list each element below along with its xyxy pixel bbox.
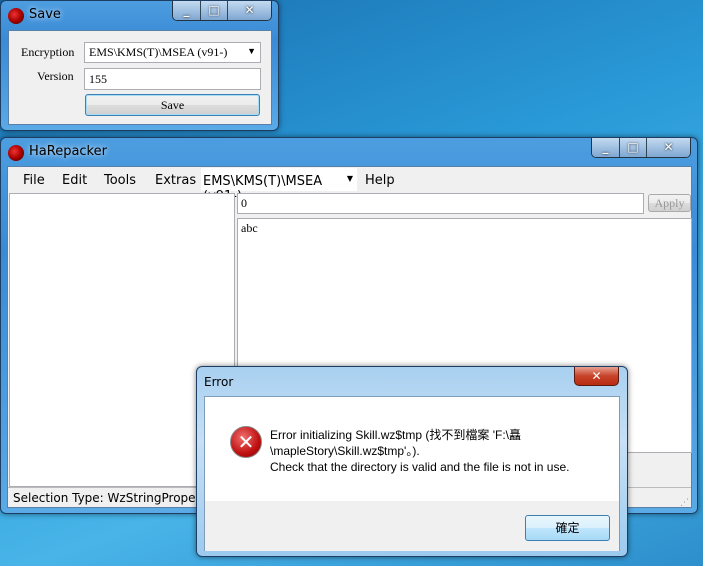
- error-message-line2: \mapleStory\Skill.wz$tmp'。).: [270, 444, 420, 458]
- menu-help[interactable]: Help: [365, 173, 395, 188]
- menu-tools[interactable]: Tools: [104, 173, 136, 188]
- save-window: Save _ □ ✕ Encryption EMS\KMS(T)\MSEA (v91…: [0, 0, 279, 131]
- version-input[interactable]: 155: [84, 68, 261, 90]
- encryption-value: EMS\KMS(T)\MSEA (v91-): [89, 45, 228, 59]
- resize-grip-icon: ⋰: [680, 498, 689, 508]
- maximize-button[interactable]: □: [200, 1, 227, 20]
- status-text: Selection Type: WzStringProperty: [13, 491, 213, 505]
- app-icon: [8, 8, 24, 24]
- menu-extras[interactable]: Extras: [155, 173, 196, 188]
- version-label: Version: [37, 69, 74, 83]
- close-button[interactable]: ✕: [646, 138, 690, 157]
- apply-button: Apply: [648, 194, 691, 212]
- window-title: Save: [29, 7, 61, 22]
- encryption-select[interactable]: EMS\KMS(T)\MSEA (v91-) ▼: [84, 42, 261, 63]
- dialog-title: Error: [204, 375, 234, 389]
- error-message-line1: Error initializing Skill.wz$tmp (找不到檔案 '…: [270, 428, 521, 442]
- error-x-icon: ✕: [230, 426, 262, 458]
- chevron-down-icon: ▼: [346, 174, 353, 183]
- value-input[interactable]: 0: [237, 193, 644, 214]
- ok-button[interactable]: 確定: [525, 515, 610, 541]
- chevron-down-icon: ▼: [247, 46, 256, 56]
- menu-bar: File Edit Tools Extras EMS\KMS(T)\MSEA (…: [8, 167, 691, 204]
- app-icon: [8, 145, 24, 161]
- minimize-button[interactable]: _: [173, 1, 200, 20]
- encryption-select[interactable]: EMS\KMS(T)\MSEA (v91-) ▼: [201, 168, 357, 204]
- error-dialog: Error ✕ ✕ Error initializing Skill.wz$tm…: [196, 366, 628, 557]
- menu-file[interactable]: File: [23, 173, 45, 188]
- window-title: HaRepacker: [29, 144, 107, 159]
- menu-edit[interactable]: Edit: [62, 173, 87, 188]
- close-button[interactable]: ✕: [227, 1, 271, 20]
- maximize-button[interactable]: □: [619, 138, 646, 157]
- minimize-button[interactable]: _: [592, 138, 619, 157]
- encryption-label: Encryption: [21, 45, 75, 59]
- close-button[interactable]: ✕: [574, 367, 619, 386]
- error-message-line3: Check that the directory is valid and th…: [270, 460, 570, 474]
- save-button[interactable]: Save: [85, 94, 260, 116]
